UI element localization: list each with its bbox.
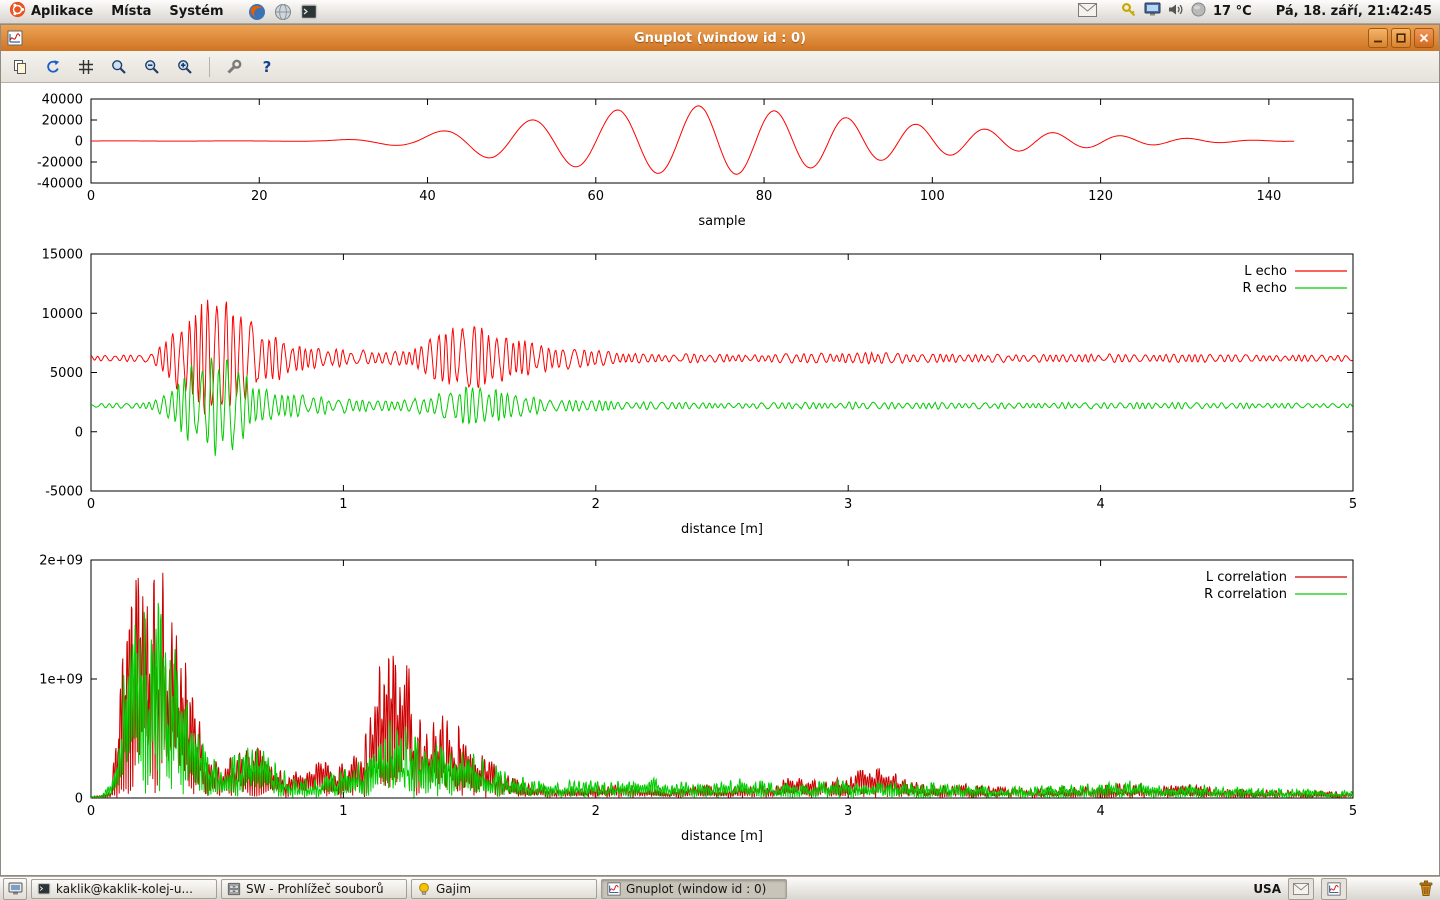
svg-text:40: 40 (419, 189, 436, 204)
svg-text:0: 0 (75, 792, 83, 807)
svg-text:R correlation: R correlation (1204, 587, 1287, 602)
replot-icon[interactable] (40, 54, 66, 80)
svg-text:0: 0 (75, 135, 83, 150)
menu-places[interactable]: Místa (102, 0, 160, 23)
tray-mail-icon[interactable] (1288, 878, 1314, 900)
display-icon[interactable] (1144, 2, 1161, 21)
help-icon[interactable]: ? (254, 54, 280, 80)
menu-system[interactable]: Systém (160, 0, 232, 23)
svg-text:-20000: -20000 (37, 156, 83, 171)
desktop: Aplikace Místa Systém (0, 0, 1440, 900)
svg-text:distance [m]: distance [m] (681, 522, 763, 537)
correlation-chart[interactable]: 0 1 2 3 4 5 0 1e+09 2e+09 distance [m] L correlati… (1, 545, 1439, 855)
svg-text:15000: 15000 (42, 248, 83, 263)
svg-text:0: 0 (75, 425, 83, 440)
svg-text:20: 20 (251, 189, 268, 204)
task-label: SW - Prohlížeč souborů (246, 882, 384, 896)
task-label: kaklik@kaklik-kolej-u... (56, 882, 193, 896)
svg-text:10000: 10000 (42, 307, 83, 322)
mail-icon[interactable] (1078, 3, 1097, 21)
svg-text:120: 120 (1088, 189, 1113, 204)
svg-text:1e+09: 1e+09 (39, 673, 83, 688)
svg-text:80: 80 (756, 189, 773, 204)
minimize-button[interactable] (1368, 28, 1388, 48)
taskbar-tray: USA (1253, 878, 1437, 900)
svg-text:0: 0 (87, 497, 95, 512)
task-button-gnuplot[interactable]: Gnuplot (window id : 0) (601, 879, 787, 899)
plot-area: 020406080100120140-40000-200000200004000… (1, 83, 1439, 875)
firefox-icon[interactable] (247, 2, 267, 22)
svg-text:140: 140 (1256, 189, 1281, 204)
trash-icon[interactable] (1418, 880, 1434, 897)
panel-status-area: 17 °C Pá, 18. září, 21:42:45 (1078, 2, 1440, 22)
top-panel: Aplikace Místa Systém (0, 0, 1440, 24)
volume-icon[interactable] (1168, 2, 1184, 21)
show-desktop-button[interactable] (3, 878, 27, 900)
svg-text:distance [m]: distance [m] (681, 829, 763, 844)
keyring-icon[interactable] (1121, 2, 1137, 22)
copy-to-clipboard-button[interactable] (7, 54, 33, 80)
svg-text:5000: 5000 (50, 366, 83, 381)
configure-icon[interactable] (221, 54, 247, 80)
maximize-button[interactable] (1391, 28, 1411, 48)
globe-launcher-icon[interactable] (273, 2, 293, 22)
svg-text:5: 5 (1349, 497, 1357, 512)
svg-text:4: 4 (1096, 804, 1104, 819)
gnuplot-window: Gnuplot (window id : 0) (0, 24, 1440, 876)
echo-chart[interactable]: 0 1 2 3 4 5 -5000 0 5000 10000 15000 distance [m] L … (1, 238, 1439, 545)
menu-applications[interactable]: Aplikace (0, 0, 102, 23)
svg-text:4: 4 (1096, 497, 1104, 512)
svg-text:2: 2 (592, 497, 600, 512)
svg-text:100: 100 (920, 189, 945, 204)
svg-text:3: 3 (844, 497, 852, 512)
zoom-out-icon[interactable] (139, 54, 165, 80)
svg-text:L echo: L echo (1244, 264, 1287, 279)
svg-text:1: 1 (339, 804, 347, 819)
task-button-gajim[interactable]: Gajim (411, 879, 597, 899)
sample-waveform-chart[interactable]: 0 20 40 60 80 100 120 140 -40000 -20000 0 20000 4000… (1, 83, 1439, 238)
zoom-in-icon[interactable] (172, 54, 198, 80)
titlebar[interactable]: Gnuplot (window id : 0) (1, 25, 1439, 51)
svg-text:3: 3 (844, 804, 852, 819)
svg-text:0: 0 (87, 804, 95, 819)
svg-text:sample: sample (698, 214, 745, 229)
task-button-file-manager[interactable]: SW - Prohlížeč souborů (221, 879, 407, 899)
toolbar: ? (1, 51, 1439, 83)
window-controls (1368, 28, 1439, 48)
temperature-label[interactable]: 17 °C (1213, 4, 1252, 19)
zoom-previous-icon[interactable] (106, 54, 132, 80)
svg-text:-5000: -5000 (45, 485, 83, 500)
ubuntu-logo-icon (9, 1, 26, 22)
menu-label: Systém (169, 4, 223, 19)
svg-text:2e+09: 2e+09 (39, 554, 83, 569)
svg-text:R echo: R echo (1242, 281, 1287, 296)
close-button[interactable] (1414, 28, 1434, 48)
toolbar-separator (209, 57, 210, 77)
svg-text:0: 0 (87, 189, 95, 204)
task-label: Gnuplot (window id : 0) (626, 882, 766, 896)
svg-text:2: 2 (592, 804, 600, 819)
weather-icon[interactable] (1191, 2, 1206, 21)
terminal-launcher-icon[interactable] (299, 2, 319, 22)
toggle-grid-icon[interactable] (73, 54, 99, 80)
panel-launchers (247, 2, 319, 22)
svg-text:40000: 40000 (42, 93, 83, 108)
svg-text:5: 5 (1349, 804, 1357, 819)
window-title: Gnuplot (window id : 0) (1, 31, 1439, 46)
svg-text:1: 1 (339, 497, 347, 512)
svg-text:60: 60 (588, 189, 605, 204)
task-button-terminal[interactable]: kaklik@kaklik-kolej-u... (31, 879, 217, 899)
svg-text:20000: 20000 (42, 114, 83, 129)
clock[interactable]: Pá, 18. září, 21:42:45 (1276, 4, 1432, 19)
menu-label: Místa (111, 4, 151, 19)
task-label: Gajim (436, 882, 471, 896)
menu-label: Aplikace (31, 4, 93, 19)
keyboard-layout-indicator[interactable]: USA (1253, 882, 1281, 896)
gnuplot-window-icon (7, 30, 23, 46)
svg-text:L correlation: L correlation (1206, 570, 1287, 585)
taskbar: kaklik@kaklik-kolej-u... SW - Prohlížeč … (0, 876, 1440, 900)
svg-text:-40000: -40000 (37, 177, 83, 192)
tray-gnuplot-icon[interactable] (1321, 878, 1347, 900)
